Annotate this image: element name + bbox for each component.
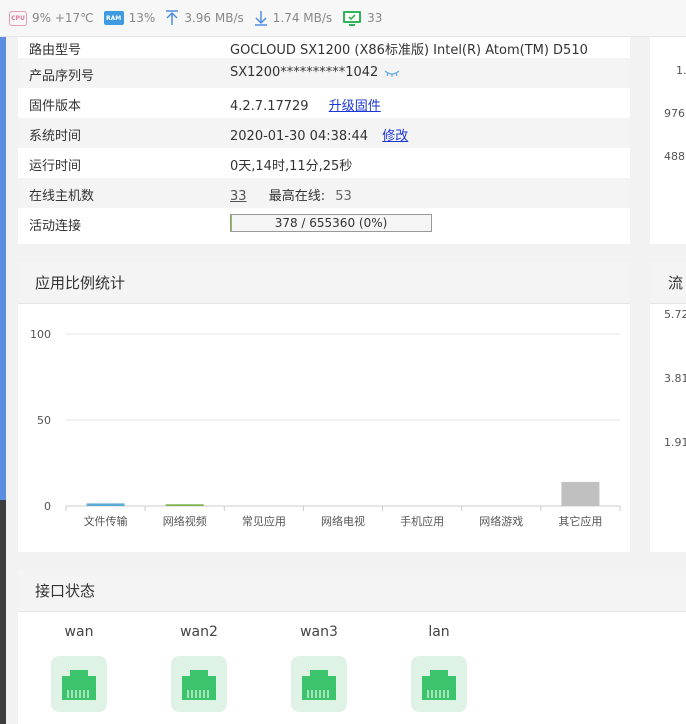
serial-value-wrap: SX1200**********1042 bbox=[230, 65, 400, 80]
interface-wan2[interactable]: wan2 bbox=[171, 624, 227, 712]
y-tick-label: 100 bbox=[30, 328, 51, 341]
hosts-value-wrap: 33 最高在线: 53 bbox=[230, 185, 352, 204]
left-edge-bar bbox=[0, 0, 6, 724]
download-text: 1.74 MB/s bbox=[272, 11, 333, 25]
interface-status-panel: 接口状态 bbox=[18, 570, 686, 724]
info-row-firmware: 固件版本 4.2.7.17729 升级固件 bbox=[18, 88, 630, 118]
hosts-text: 33 bbox=[367, 11, 383, 25]
x-tick-label: 网络视频 bbox=[163, 514, 207, 528]
panel-title: 接口状态 bbox=[18, 570, 686, 612]
interface-wan[interactable]: wan bbox=[51, 624, 107, 712]
x-tick-label: 其它应用 bbox=[558, 514, 602, 528]
info-row-uptime: 运行时间 0天,14时,11分,25秒 bbox=[18, 148, 630, 178]
ram-status: RAM 13% bbox=[103, 11, 156, 25]
modify-time-link[interactable]: 修改 bbox=[382, 129, 408, 144]
info-row-system-time: 系统时间 2020-01-30 04:38:44 修改 bbox=[18, 118, 630, 148]
info-row-active-connections: 活动连接 378 / 655360 (0%) bbox=[18, 208, 630, 238]
info-key: 固件版本 bbox=[29, 99, 82, 114]
left-edge-dark bbox=[0, 500, 6, 724]
panel-title: 流 bbox=[650, 262, 686, 304]
info-key: 产品序列号 bbox=[29, 69, 95, 84]
info-key: 路由型号 bbox=[29, 43, 82, 58]
ram-icon: RAM bbox=[103, 11, 124, 25]
hosts-status: 33 bbox=[342, 10, 382, 27]
x-tick-label: 常见应用 bbox=[242, 514, 286, 528]
right-axis-number: 1.91 bbox=[664, 436, 686, 449]
connections-progress-bar: 378 / 655360 (0%) bbox=[230, 214, 432, 232]
panel-title: 应用比例统计 bbox=[18, 262, 630, 304]
interface-lan[interactable]: lan bbox=[411, 624, 467, 712]
upload-status: 3.96 MB/s bbox=[165, 10, 244, 26]
bar-文件传输 bbox=[86, 503, 125, 506]
time-value-wrap: 2020-01-30 04:38:44 修改 bbox=[230, 125, 408, 144]
info-value: SX1200**********1042 bbox=[230, 65, 379, 80]
system-info-panel: 路由型号 GOCLOUD SX1200 (X86标准版) Intel(R) At… bbox=[18, 36, 630, 244]
app-ratio-chart: 0 50 100 文件传输 网络视频 常见应用 网络电视 手机应用 网络游戏 其它应用 bbox=[30, 328, 621, 528]
x-tick-label: 手机应用 bbox=[400, 514, 444, 528]
eye-closed-icon[interactable] bbox=[384, 69, 400, 77]
x-tick-label: 文件传输 bbox=[84, 514, 128, 528]
right-axis-number: 976 bbox=[664, 107, 685, 120]
right-axis-number: 488 bbox=[664, 150, 685, 163]
x-tick-label: 网络电视 bbox=[321, 514, 365, 528]
ethernet-port-glyph bbox=[422, 670, 456, 700]
ethernet-port-glyph bbox=[62, 670, 96, 700]
info-value: 0天,14时,11分,25秒 bbox=[230, 159, 353, 174]
download-arrow-icon bbox=[254, 11, 267, 26]
ethernet-port-icon[interactable] bbox=[291, 656, 347, 712]
info-value: GOCLOUD SX1200 (X86标准版) Intel(R) Atom(TM… bbox=[230, 43, 588, 58]
right-flow-panel-partial: 流 5.72 3.81 1.91 bbox=[650, 262, 686, 552]
ram-text: 13% bbox=[128, 11, 156, 25]
interface-wan3[interactable]: wan3 bbox=[291, 624, 347, 712]
online-hosts-link[interactable]: 33 bbox=[230, 189, 247, 204]
monitor-check-icon bbox=[343, 10, 362, 26]
info-key: 活动连接 bbox=[29, 219, 82, 234]
right-axis-number: 5.72 bbox=[664, 308, 686, 321]
ethernet-port-glyph bbox=[302, 670, 336, 700]
ethernet-port-icon[interactable] bbox=[171, 656, 227, 712]
interface-name: wan2 bbox=[180, 624, 218, 640]
ethernet-port-icon[interactable] bbox=[411, 656, 467, 712]
ethernet-port-glyph bbox=[182, 670, 216, 700]
right-axis-number: 3.81 bbox=[664, 372, 686, 385]
upload-text: 3.96 MB/s bbox=[184, 11, 244, 25]
cpu-status: CPU 9% +17℃ bbox=[9, 10, 94, 26]
interface-name: wan bbox=[64, 624, 94, 640]
upgrade-firmware-link[interactable]: 升级固件 bbox=[329, 99, 381, 114]
upload-arrow-icon bbox=[166, 10, 179, 25]
max-online-label: 最高在线: bbox=[268, 189, 326, 204]
x-tick-label: 网络游戏 bbox=[479, 514, 523, 528]
firmware-value-wrap: 4.2.7.17729 升级固件 bbox=[230, 95, 381, 114]
info-row-online-hosts: 在线主机数 33 最高在线: 53 bbox=[18, 178, 630, 208]
info-value: 4.2.7.17729 bbox=[230, 99, 309, 114]
bar-网络视频 bbox=[165, 504, 204, 506]
y-tick-label: 50 bbox=[37, 414, 51, 427]
right-traffic-panel-partial: 1. 976 488 bbox=[650, 36, 686, 244]
right-axis-number: 1. bbox=[676, 64, 686, 77]
info-key: 运行时间 bbox=[29, 159, 82, 174]
cpu-text: 9% +17℃ bbox=[32, 11, 94, 25]
y-tick-label: 0 bbox=[44, 500, 51, 513]
info-key: 系统时间 bbox=[29, 129, 82, 144]
status-bar: CPU 9% +17℃ RAM 13% 3.96 MB/s 1.74 MB/s … bbox=[0, 0, 686, 37]
app-ratio-panel: 应用比例统计 0 50 100 文件传输 网络视频 常见应用 网络电视 手机应用 网络游戏 其它应… bbox=[18, 262, 630, 552]
ethernet-port-icon[interactable] bbox=[51, 656, 107, 712]
download-status: 1.74 MB/s bbox=[254, 10, 332, 26]
progress-label: 378 / 655360 (0%) bbox=[274, 216, 388, 230]
interface-name: lan bbox=[428, 624, 450, 640]
cpu-icon: CPU bbox=[9, 10, 27, 26]
max-online-value: 53 bbox=[335, 189, 352, 204]
info-key: 在线主机数 bbox=[29, 189, 95, 204]
info-value: 2020-01-30 04:38:44 bbox=[230, 129, 369, 144]
bar-其它应用 bbox=[561, 481, 600, 506]
interface-name: wan3 bbox=[300, 624, 338, 640]
info-row-serial: 产品序列号 SX1200**********1042 bbox=[18, 58, 630, 88]
